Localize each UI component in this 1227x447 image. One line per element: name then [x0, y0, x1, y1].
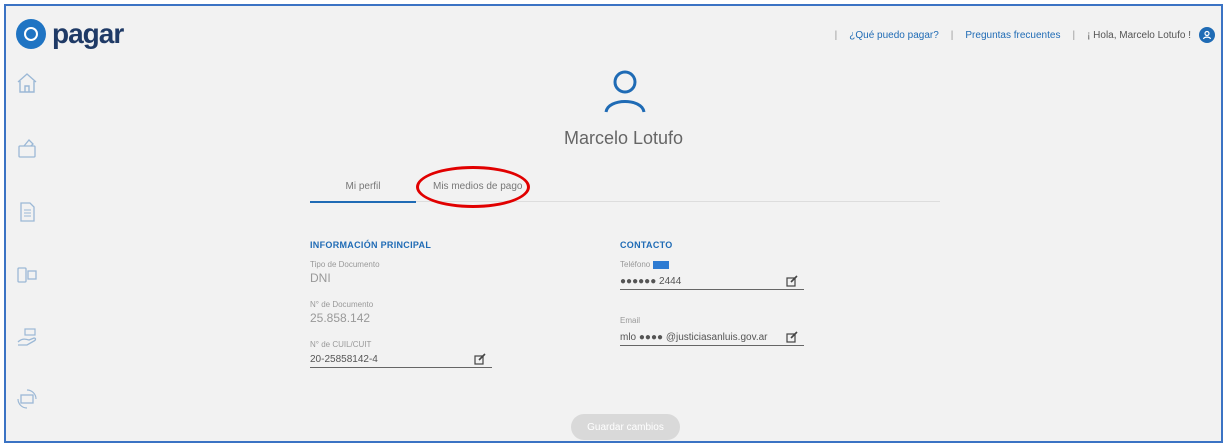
top-bar: pagar | ¿Qué puedo pagar? | Preguntas fr… — [6, 6, 1221, 61]
email-field[interactable]: mlo ●●●● @justiciasanluis.gov.ar — [620, 330, 804, 346]
phone-field[interactable]: ●●●●●● 2444 — [620, 274, 804, 290]
edit-icon[interactable] — [786, 275, 798, 287]
profile-tabs: Mi perfil Mis medios de pago — [310, 174, 940, 203]
logo-icon — [16, 19, 46, 49]
doc-number-value: 25.858.142 — [310, 311, 371, 325]
pagar-logo[interactable]: pagar — [16, 18, 124, 49]
phone-label: Teléfono — [620, 260, 670, 269]
contact-title: CONTACTO — [620, 240, 673, 250]
doc-type-value: DNI — [310, 271, 331, 285]
main-info-title: INFORMACIÓN PRINCIPAL — [310, 240, 432, 250]
payments-icon[interactable] — [16, 264, 44, 292]
document-icon[interactable] — [16, 201, 44, 229]
cuil-value: 20-25858142-4 — [310, 354, 378, 365]
phone-redaction — [653, 260, 670, 269]
save-changes-button[interactable]: Guardar cambios — [571, 414, 680, 440]
edit-icon[interactable] — [474, 353, 486, 365]
tab-mi-perfil[interactable]: Mi perfil — [310, 181, 416, 203]
annotation-circle — [416, 166, 530, 208]
home-icon[interactable] — [16, 72, 44, 100]
app-frame: pagar | ¿Qué puedo pagar? | Preguntas fr… — [4, 4, 1223, 443]
cuil-field[interactable]: 20-25858142-4 — [310, 352, 492, 368]
profile-avatar-icon — [604, 70, 646, 113]
doc-number-label: N° de Documento — [310, 300, 374, 309]
hand-money-icon[interactable] — [16, 326, 44, 354]
what-can-i-pay-link[interactable]: ¿Qué puedo pagar? — [849, 30, 939, 41]
email-label: Email — [620, 316, 641, 325]
cuil-label: N° de CUIL/CUIT — [310, 340, 372, 349]
user-avatar-icon[interactable] — [1199, 27, 1215, 43]
refresh-money-icon[interactable] — [16, 388, 44, 416]
doc-type-label: Tipo de Documento — [310, 260, 380, 269]
top-nav: | ¿Qué puedo pagar? | Preguntas frecuent… — [823, 27, 1215, 43]
logo-text: pagar — [52, 18, 124, 49]
phone-value: ●●●●●● 2444 — [620, 276, 682, 287]
faq-link[interactable]: Preguntas frecuentes — [965, 30, 1060, 41]
user-greeting[interactable]: ¡ Hola, Marcelo Lotufo ! — [1087, 30, 1191, 41]
edit-icon[interactable] — [786, 331, 798, 343]
profile-name: Marcelo Lotufo — [563, 128, 684, 148]
email-value: mlo ●●●● @justiciasanluis.gov.ar — [620, 332, 768, 343]
